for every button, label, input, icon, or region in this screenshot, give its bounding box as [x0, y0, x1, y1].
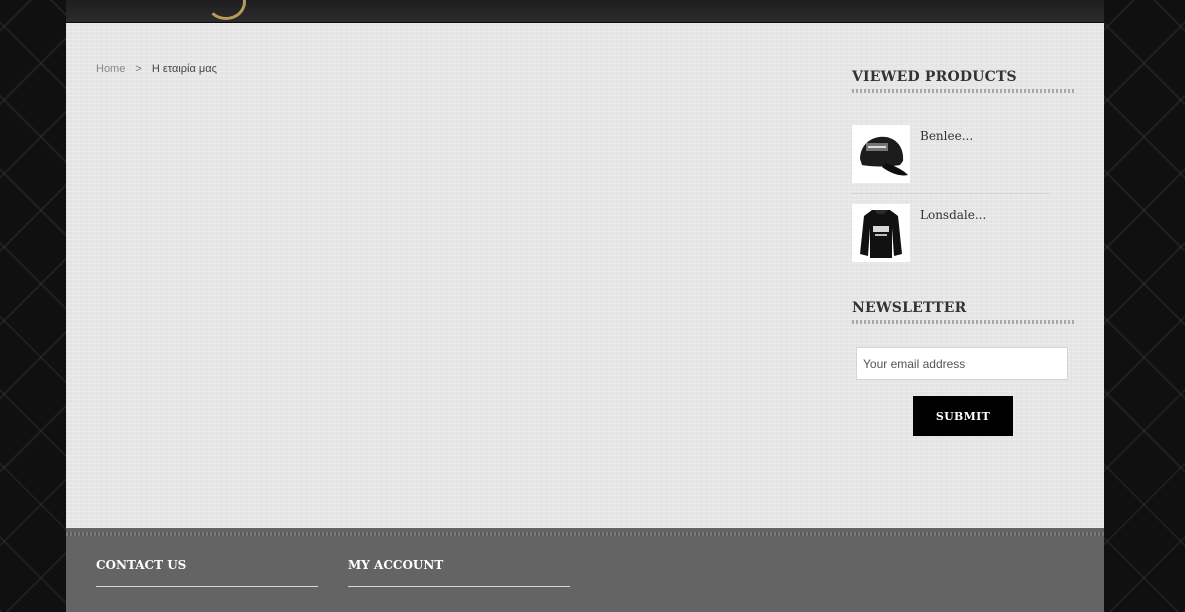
logo[interactable] — [206, 0, 246, 20]
viewed-product-item[interactable]: Lonsdale... — [852, 204, 1050, 264]
hoodie-thumbnail-icon[interactable] — [852, 204, 910, 262]
newsletter-email-input[interactable] — [856, 347, 1068, 380]
viewed-product-name[interactable]: Lonsdale... — [920, 208, 986, 222]
breadcrumb-home-link[interactable]: Home — [96, 63, 125, 75]
viewed-product-name[interactable]: Benlee... — [920, 129, 973, 143]
breadcrumb-current: Η εταιρία μας — [151, 63, 217, 75]
newsletter-submit-button[interactable]: SUBMIT — [913, 396, 1013, 436]
footer-account-title: MY ACCOUNT — [348, 558, 570, 587]
cap-thumbnail-icon[interactable] — [852, 125, 910, 183]
breadcrumb-separator: > — [135, 63, 142, 75]
footer-account-column: MY ACCOUNT — [348, 558, 570, 587]
footer-contact-column: CONTACT US — [96, 558, 318, 587]
breadcrumb: Home > Η εταιρία μας — [96, 63, 217, 75]
footer-contact-title: CONTACT US — [96, 558, 318, 587]
viewed-products-title: VIEWED PRODUCTS — [852, 69, 1074, 97]
newsletter-title: NEWSLETTER — [852, 300, 1074, 328]
main-content: Home > Η εταιρία μας VIEWED PRODUCTS Ben… — [66, 23, 1104, 528]
viewed-product-item[interactable]: Benlee... — [852, 125, 1050, 194]
site-header — [66, 0, 1104, 23]
site-footer: CONTACT US MY ACCOUNT — [66, 528, 1104, 612]
